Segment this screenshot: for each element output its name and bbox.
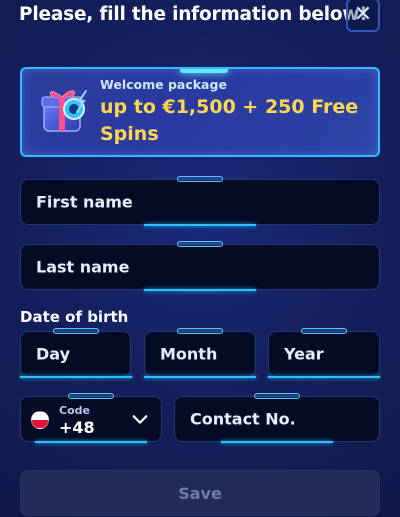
last-name-field[interactable]: Last name <box>20 241 380 291</box>
save-button[interactable]: Save <box>20 470 380 516</box>
first-name-placeholder: First name <box>36 192 133 212</box>
save-button-label: Save <box>178 483 222 503</box>
contact-number-placeholder: Contact No. <box>190 409 296 429</box>
gift-icon <box>41 90 87 132</box>
chevron-down-icon <box>132 415 148 424</box>
last-name-placeholder: Last name <box>36 257 130 277</box>
poland-flag-icon <box>31 411 49 429</box>
dob-year-field[interactable]: Year <box>268 328 380 378</box>
welcome-package-banner: Welcome package up to €1,500 + 250 Free … <box>20 67 380 157</box>
dob-day-field[interactable]: Day <box>19 328 132 378</box>
page-title: Please, fill the information below! <box>19 4 368 25</box>
dob-day-placeholder: Day <box>36 344 71 364</box>
promo-kicker: Welcome package <box>100 77 227 92</box>
phone-code-select[interactable]: Code +48 <box>20 393 162 443</box>
close-icon: ✕ <box>353 2 373 27</box>
close-button[interactable]: ✕ <box>346 0 380 32</box>
dob-year-placeholder: Year <box>284 344 324 364</box>
contact-number-field[interactable]: Contact No. <box>174 393 380 443</box>
date-of-birth-title: Date of birth <box>20 308 129 326</box>
phone-code-label: Code <box>59 404 90 417</box>
dob-month-placeholder: Month <box>160 344 218 364</box>
promo-offer: up to €1,500 + 250 Free Spins <box>100 96 359 145</box>
dob-month-field[interactable]: Month <box>144 328 256 378</box>
form-header: Please, fill the information below! ✕ <box>0 0 400 33</box>
first-name-field[interactable]: First name <box>20 176 380 226</box>
phone-code-value: +48 <box>59 418 95 437</box>
